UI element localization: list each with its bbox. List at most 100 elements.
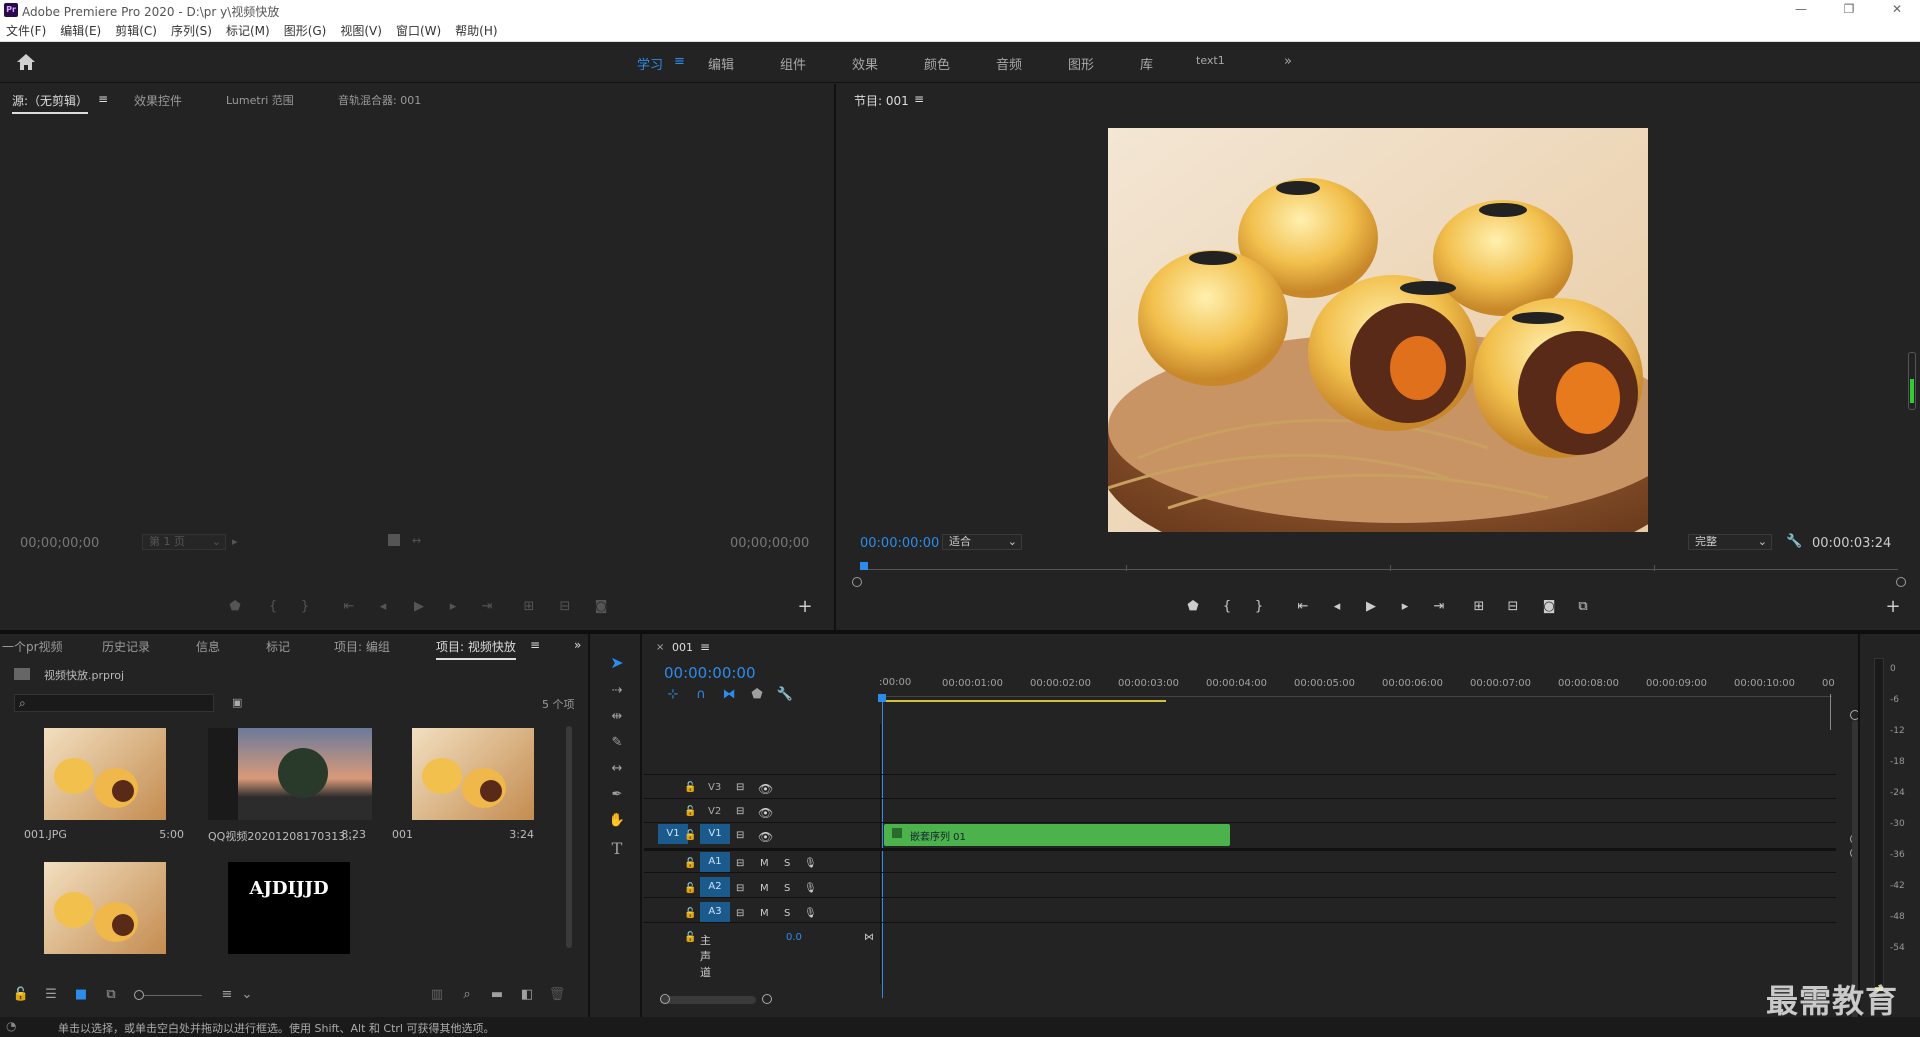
workspace-text1[interactable]: text1: [1196, 54, 1225, 67]
tab-audio-track-mixer[interactable]: 音轨混合器: 001: [338, 92, 421, 108]
mute-button[interactable]: M: [760, 883, 769, 894]
zoom-end-handle[interactable]: [762, 994, 772, 1004]
tab-program[interactable]: 节目: 001: [854, 92, 909, 109]
workspace-color[interactable]: 颜色: [924, 54, 950, 73]
lock-icon[interactable]: 🔓: [684, 830, 696, 841]
source-page-select[interactable]: 第 1 页 ⌄: [142, 534, 226, 550]
zoom-start-handle[interactable]: [852, 577, 862, 587]
type-tool-icon[interactable]: T: [608, 840, 626, 858]
program-tab-menu-icon[interactable]: ≡: [914, 92, 924, 106]
lift-icon[interactable]: ⊞: [1470, 598, 1488, 616]
solo-button[interactable]: S: [784, 858, 790, 869]
add-marker-icon[interactable]: ⬟: [226, 598, 244, 616]
new-bin-icon[interactable]: ▬: [488, 986, 506, 1004]
hand-tool-icon[interactable]: ✋: [608, 812, 626, 830]
menu-help[interactable]: 帮助(H): [448, 20, 504, 42]
menu-sequence[interactable]: 序列(S): [164, 20, 219, 42]
sync-lock-icon[interactable]: ⊟: [736, 908, 744, 919]
tab-markers[interactable]: 标记: [266, 638, 290, 655]
minimize-button[interactable]: —: [1786, 2, 1816, 18]
razor-tool-icon[interactable]: ✎: [608, 734, 626, 752]
tab-history[interactable]: 历史记录: [102, 638, 150, 655]
new-search-bin-icon[interactable]: ▣: [232, 696, 242, 709]
overwrite-clip-icon[interactable]: ⊟: [556, 598, 574, 616]
mute-button[interactable]: M: [760, 858, 769, 869]
extract-icon[interactable]: ⊟: [1504, 598, 1522, 616]
microphone-icon[interactable]: 🎙: [804, 908, 817, 919]
selection-tool-icon[interactable]: ➤: [608, 654, 626, 672]
pen-tool-icon[interactable]: ✒: [608, 786, 626, 804]
timeline-settings-wrench-icon[interactable]: 🔧: [776, 686, 794, 704]
slip-tool-icon[interactable]: ↔: [608, 760, 626, 778]
sort-icon[interactable]: ≡: [218, 986, 236, 1004]
source-tab-menu-icon[interactable]: ≡: [98, 92, 108, 106]
trash-icon[interactable]: 🗑: [548, 986, 566, 1004]
zoom-slider[interactable]: [144, 995, 202, 996]
master-volume-value[interactable]: 0.0: [786, 932, 802, 943]
menu-clip[interactable]: 剪辑(C): [108, 20, 164, 42]
playback-resolution-select[interactable]: 完整 ⌄: [1688, 534, 1772, 550]
chevron-down-icon[interactable]: ⌄: [238, 986, 256, 1004]
step-back-icon[interactable]: ◂: [374, 598, 392, 616]
go-to-out-icon[interactable]: ⇥: [1430, 598, 1448, 616]
microphone-icon[interactable]: 🎙: [804, 883, 817, 894]
tab-pr-video[interactable]: 一个pr视频: [2, 638, 63, 655]
lock-icon[interactable]: 🔓: [684, 782, 696, 793]
workspace-menu-icon[interactable]: ≡: [674, 54, 685, 69]
go-to-end-icon[interactable]: ⋈: [864, 932, 874, 943]
solo-button[interactable]: S: [784, 883, 790, 894]
insert-icon[interactable]: ↔: [412, 534, 421, 547]
timeline-tab-menu-icon[interactable]: ≡: [700, 640, 710, 654]
tab-timeline-sequence[interactable]: 001: [672, 641, 693, 654]
close-tab-icon[interactable]: ×: [656, 642, 664, 653]
list-view-icon[interactable]: ☰: [42, 986, 60, 1004]
freeform-view-icon[interactable]: ⧉: [102, 986, 120, 1004]
mark-out-icon[interactable]: }: [1250, 598, 1268, 616]
project-search-input[interactable]: ⌕: [14, 694, 214, 712]
safe-margin-icon[interactable]: [388, 534, 400, 546]
mark-out-icon[interactable]: }: [296, 598, 314, 616]
lock-icon[interactable]: 🔓: [684, 858, 696, 869]
menu-graphics[interactable]: 图形(G): [277, 20, 334, 42]
project-item[interactable]: 001.JPG 5:00: [14, 722, 194, 852]
tab-project-active[interactable]: 项目: 视频快放: [436, 638, 516, 660]
lock-icon[interactable]: 🔓: [12, 986, 30, 1004]
camera-icon[interactable]: ◙: [592, 598, 610, 616]
workspace-libraries[interactable]: 库: [1140, 54, 1153, 73]
solo-button[interactable]: S: [784, 908, 790, 919]
go-to-in-icon[interactable]: ⇤: [1294, 598, 1312, 616]
eye-icon[interactable]: 👁: [758, 830, 773, 844]
step-forward-icon[interactable]: ▸: [444, 598, 462, 616]
playhead-marker[interactable]: [860, 562, 868, 570]
program-timecode[interactable]: 00:00:00:00: [860, 536, 939, 551]
project-item[interactable]: QQ视频20201208170313... 8;23: [196, 722, 376, 852]
find-icon[interactable]: ⌕: [458, 986, 476, 1004]
panels-overflow-icon[interactable]: »: [574, 638, 581, 652]
work-area-bar[interactable]: [882, 700, 1166, 702]
track-name-v1[interactable]: V1: [700, 824, 730, 844]
camera-icon[interactable]: ◙: [1540, 598, 1558, 616]
program-video-frame[interactable]: [1108, 128, 1648, 532]
add-marker-icon[interactable]: ⬟: [748, 686, 766, 704]
sync-lock-icon[interactable]: ⊟: [736, 883, 744, 894]
sync-lock-icon[interactable]: ⊟: [736, 858, 744, 869]
project-item[interactable]: AJDIJJD: [196, 856, 376, 986]
workspace-graphics[interactable]: 图形: [1068, 54, 1094, 73]
menu-marker[interactable]: 标记(M): [219, 20, 277, 42]
nest-toggle-icon[interactable]: ⊹: [664, 686, 682, 704]
track-name-a1[interactable]: A1: [700, 852, 730, 872]
icon-view-icon[interactable]: ■: [72, 986, 90, 1004]
microphone-icon[interactable]: 🎙: [804, 858, 817, 869]
workspace-more-icon[interactable]: »: [1284, 54, 1292, 69]
tab-project-group[interactable]: 项目: 编组: [334, 638, 390, 655]
workspace-assembly[interactable]: 组件: [780, 54, 806, 73]
insert-clip-icon[interactable]: ⊞: [520, 598, 538, 616]
menu-file[interactable]: 文件(F): [0, 20, 53, 42]
linked-selection-icon[interactable]: ⧓: [720, 686, 738, 704]
tab-source[interactable]: 源:（无剪辑）: [12, 92, 89, 114]
add-button-icon[interactable]: +: [796, 598, 814, 616]
go-to-in-icon[interactable]: ⇤: [340, 598, 358, 616]
mark-in-icon[interactable]: {: [1218, 598, 1236, 616]
tab-info[interactable]: 信息: [196, 638, 220, 655]
sync-lock-icon[interactable]: ⊟: [736, 782, 744, 793]
